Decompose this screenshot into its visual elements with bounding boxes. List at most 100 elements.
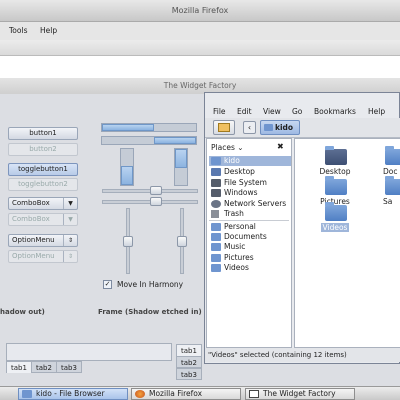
updown-arrows-icon: ⇕ (63, 251, 77, 262)
sidebar-item-label: File System (224, 178, 267, 187)
progress-fill-1 (102, 124, 154, 131)
folder-icon (325, 176, 347, 195)
button2: button2 (8, 143, 78, 156)
path-button-kido[interactable]: kido (260, 120, 300, 135)
button1[interactable]: button1 (8, 127, 78, 140)
folder-icon (385, 146, 400, 165)
sidebar-item-music[interactable]: Music (209, 242, 291, 252)
progress-fill-4 (175, 149, 187, 168)
tab-3-bottom[interactable]: tab3 (56, 361, 82, 373)
taskbar-item-label: The Widget Factory (263, 389, 336, 398)
sidebar-item-label: Videos (224, 263, 249, 272)
fb-menu-view[interactable]: View (263, 107, 281, 116)
tab-1-side[interactable]: tab1 (176, 344, 202, 356)
firefox-menu-help[interactable]: Help (40, 26, 57, 35)
places-header-label: Places (211, 143, 235, 152)
sidebar-item-label: kido (224, 156, 240, 165)
vscale-1-knob[interactable] (123, 236, 133, 247)
close-icon[interactable]: ✖ (277, 142, 284, 151)
back-button[interactable]: ‹ (243, 121, 256, 134)
sidebar-item-label: Personal (224, 222, 256, 231)
vscale-2-knob[interactable] (177, 236, 187, 247)
firefox-toolbar (0, 40, 400, 56)
sidebar-item-label: Pictures (224, 253, 254, 262)
folder-icon (211, 254, 221, 262)
tab-1-bottom[interactable]: tab1 (6, 361, 32, 373)
home-folder-icon (211, 157, 221, 165)
hscale-1-knob[interactable] (150, 186, 162, 195)
path-button-kido-label: kido (275, 123, 294, 132)
places-header[interactable]: Places ⌄ (211, 143, 244, 152)
progress-fill-3 (121, 166, 133, 185)
window-icon (249, 390, 259, 398)
chevron-down-icon: ▼ (63, 214, 77, 225)
sidebar-item-desktop[interactable]: Desktop (209, 167, 291, 177)
fb-menu-edit[interactable]: Edit (237, 107, 252, 116)
folder-icon (211, 243, 221, 251)
taskbar-item-label: Mozilla Firefox (149, 389, 203, 398)
chevron-down-icon: ⌄ (237, 143, 244, 152)
frame-shadow-etched-label: Frame (Shadow etched in) (98, 308, 202, 316)
frame-shadow-out-label: hadow out) (0, 308, 45, 316)
togglebutton2: togglebutton2 (8, 178, 78, 191)
file-item-documents[interactable]: Doc (383, 145, 400, 176)
tab-3-side[interactable]: tab3 (176, 368, 202, 380)
progress-fill-2 (154, 137, 196, 144)
move-in-harmony-checkbox[interactable]: ✓ (103, 280, 112, 289)
togglebutton1[interactable]: togglebutton1 (8, 163, 78, 176)
combobox-2: ComboBox ▼ (8, 213, 78, 226)
combobox-1-label: ComboBox (12, 199, 50, 207)
option-menu-2: OptionMenu ⇕ (8, 250, 78, 263)
sidebar-item-windows[interactable]: Windows (209, 188, 291, 198)
notebook-bottom-tabs-page (6, 343, 172, 361)
folder-icon (22, 390, 32, 398)
edit-location-button[interactable] (213, 120, 235, 135)
taskbar-item-widget-factory[interactable]: The Widget Factory (245, 388, 355, 400)
move-in-harmony-label: Move In Harmony (117, 280, 184, 289)
sidebar-item-documents[interactable]: Documents (209, 232, 291, 242)
sidebar-item-videos[interactable]: Videos (209, 263, 291, 273)
sidebar-item-kido[interactable]: kido (209, 156, 291, 166)
trash-icon (211, 210, 219, 218)
sidebar-item-network-servers[interactable]: Network Servers (209, 199, 291, 209)
firefox-content (0, 56, 400, 80)
combobox-1[interactable]: ComboBox ▼ (8, 197, 78, 210)
combobox-2-label: ComboBox (12, 215, 50, 223)
updown-arrows-icon: ⇕ (63, 235, 77, 246)
fb-menu-go[interactable]: Go (292, 107, 302, 116)
hard-drive-icon (211, 179, 221, 187)
taskbar: kido - File Browser Mozilla Firefox The … (0, 386, 400, 400)
file-view: Desktop Doc Pictures Sa Videos (294, 138, 400, 348)
fb-menu-bookmarks[interactable]: Bookmarks (314, 107, 356, 116)
network-icon (211, 200, 221, 208)
taskbar-item-firefox[interactable]: Mozilla Firefox (131, 388, 241, 400)
firefox-menu-tools[interactable]: Tools (9, 26, 27, 35)
option-menu-1[interactable]: OptionMenu ⇕ (8, 234, 78, 247)
sidebar-item-label: Music (224, 242, 246, 251)
desktop-folder-icon (325, 146, 347, 165)
places-sidebar: Places ⌄ ✖ kido Desktop File System Wind… (206, 138, 292, 348)
file-item-desktop[interactable]: Desktop (315, 145, 355, 176)
firefox-titlebar: Mozilla Firefox (0, 0, 400, 22)
hscale-2-knob[interactable] (150, 197, 162, 206)
tab-2-side[interactable]: tab2 (176, 356, 202, 368)
sidebar-item-label: Desktop (224, 167, 255, 176)
pencil-note-icon (218, 123, 230, 132)
file-item-sa[interactable]: Sa (383, 175, 400, 206)
taskbar-item-label: kido - File Browser (36, 389, 105, 398)
fb-menu-file[interactable]: File (213, 107, 226, 116)
file-item-videos[interactable]: Videos (315, 201, 355, 232)
sidebar-item-label: Trash (224, 209, 244, 218)
sidebar-item-file-system[interactable]: File System (209, 178, 291, 188)
folder-icon (325, 202, 347, 221)
desktop-icon (211, 168, 221, 176)
option-menu-1-label: OptionMenu (12, 236, 55, 244)
tab-2-bottom[interactable]: tab2 (31, 361, 57, 373)
sidebar-item-trash[interactable]: Trash (209, 209, 291, 219)
fb-menu-help[interactable]: Help (368, 107, 385, 116)
folder-icon (211, 223, 221, 231)
taskbar-item-file-browser[interactable]: kido - File Browser (18, 388, 128, 400)
sidebar-item-pictures[interactable]: Pictures (209, 253, 291, 263)
sidebar-item-personal[interactable]: Personal (209, 222, 291, 232)
chevron-down-icon: ▼ (63, 198, 77, 209)
